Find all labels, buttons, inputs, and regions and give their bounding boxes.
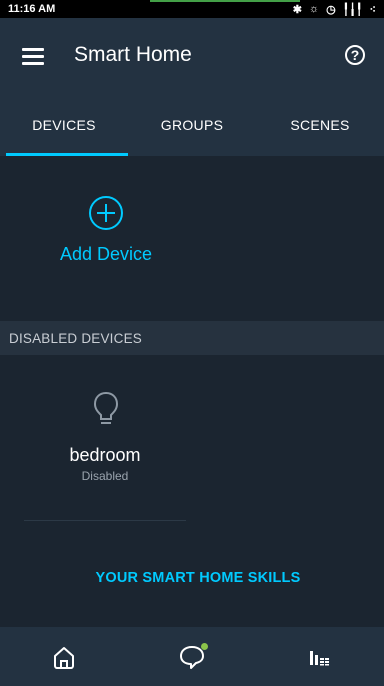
tab-groups[interactable]: GROUPS xyxy=(128,94,256,156)
add-circle-icon[interactable] xyxy=(89,196,123,230)
tab-scenes[interactable]: SCENES xyxy=(256,94,384,156)
help-icon[interactable]: ? xyxy=(345,45,365,65)
home-icon xyxy=(54,646,74,669)
device-name: bedroom xyxy=(69,445,141,465)
status-accent-line xyxy=(150,0,300,2)
chat-nav-button[interactable] xyxy=(162,637,222,677)
lightbulb-icon xyxy=(93,391,119,424)
divider xyxy=(24,520,186,521)
tab-bar: DEVICES GROUPS SCENES xyxy=(0,94,384,156)
device-status: Disabled xyxy=(81,469,129,483)
status-icons: ✱ ☼ ◷ ╿╽╿ ⁖ xyxy=(293,3,376,16)
network-icon: ⁖ xyxy=(369,3,376,16)
no-sound-icon: ☼ xyxy=(308,3,320,15)
menu-icon[interactable] xyxy=(22,48,44,66)
bottom-nav xyxy=(0,627,384,686)
add-device-section: Add Device xyxy=(0,156,384,321)
status-time: 11:16 AM xyxy=(8,3,56,15)
signal-icon: ╿╽╿ xyxy=(342,3,363,16)
equalizer-icon xyxy=(310,650,329,665)
device-card-bedroom[interactable]: bedroom Disabled xyxy=(0,355,210,520)
bluetooth-icon: ✱ xyxy=(292,3,302,16)
disabled-devices-header: DISABLED DEVICES xyxy=(0,321,384,355)
tab-devices[interactable]: DEVICES xyxy=(0,94,128,156)
add-device-button[interactable]: Add Device xyxy=(0,244,212,265)
status-bar: 11:16 AM ✱ ☼ ◷ ╿╽╿ ⁖ xyxy=(0,0,384,18)
music-nav-button[interactable] xyxy=(290,637,350,677)
notification-dot xyxy=(201,642,208,650)
home-nav-button[interactable] xyxy=(34,637,94,677)
app-bar: Smart Home ? xyxy=(0,18,384,94)
alarm-icon: ◷ xyxy=(326,3,336,16)
page-title: Smart Home xyxy=(74,43,192,66)
smart-home-skills-link[interactable]: YOUR SMART HOME SKILLS xyxy=(0,570,384,586)
